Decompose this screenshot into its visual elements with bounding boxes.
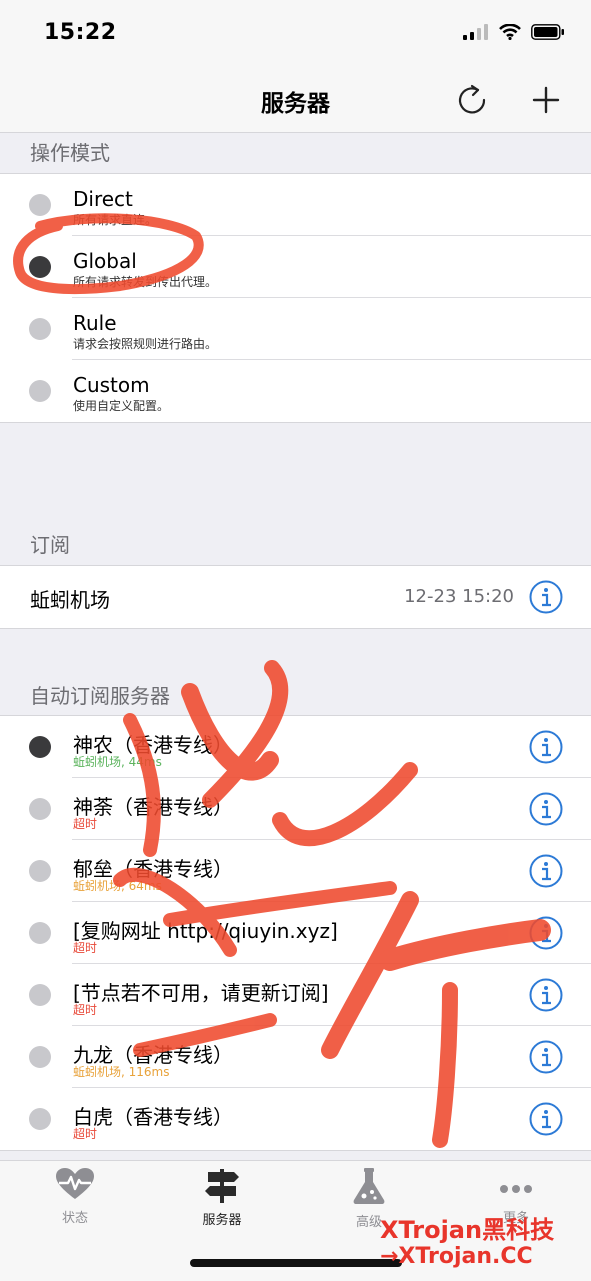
mode-option-global[interactable]: Global 所有请求转发到传出代理。 — [0, 236, 591, 298]
mode-description: 使用自定义配置。 — [73, 399, 170, 413]
server-list: 神农（香港专线） 蚯蚓机场, 44ms 神荼（香港专线） 超时 郁垒（香港专线）… — [0, 715, 591, 1151]
mode-title: Custom — [73, 373, 150, 397]
mode-description: 所有请求转发到传出代理。 — [73, 275, 218, 289]
status-bar: 15:22 — [0, 0, 591, 70]
tab-label: 服务器 — [202, 1213, 242, 1228]
info-icon[interactable] — [529, 792, 563, 826]
server-row[interactable]: 九龙（香港专线） 蚯蚓机场, 116ms — [0, 1026, 591, 1088]
info-icon[interactable] — [529, 916, 563, 950]
watermark-line-2: →XTrojan.CC — [380, 1244, 533, 1269]
subscription-item[interactable]: 蚯蚓机场 12-23 15:20 — [0, 566, 591, 628]
radio-icon — [29, 922, 51, 944]
radio-icon — [29, 798, 51, 820]
wifi-icon — [499, 24, 521, 40]
mode-option-rule[interactable]: Rule 请求会按照规则进行路由。 — [0, 298, 591, 360]
navigation-bar: 服务器 — [0, 70, 591, 133]
server-row[interactable]: 郁垒（香港专线） 蚯蚓机场, 64ms — [0, 840, 591, 902]
subscription-list: 蚯蚓机场 12-23 15:20 — [0, 565, 591, 629]
server-latency: 蚯蚓机场, 116ms — [73, 1065, 170, 1079]
radio-icon — [29, 194, 51, 216]
info-icon[interactable] — [529, 978, 563, 1012]
mode-section-header: 操作模式 — [30, 141, 110, 165]
page-title: 服务器 — [261, 91, 330, 117]
info-icon[interactable] — [529, 730, 563, 764]
mode-title: Rule — [73, 311, 117, 335]
server-row[interactable]: 神荼（香港专线） 超时 — [0, 778, 591, 840]
server-name: [节点若不可用，请更新订阅] — [73, 981, 329, 1005]
subscription-section-header: 订阅 — [30, 533, 70, 557]
server-row[interactable]: 白虎（香港专线） 超时 — [0, 1088, 591, 1150]
mode-description: 请求会按照规则进行路由。 — [73, 337, 218, 351]
server-latency: 超时 — [73, 941, 98, 955]
radio-icon — [29, 380, 51, 402]
signpost-icon — [205, 1169, 239, 1203]
server-row[interactable]: 神农（香港专线） 蚯蚓机场, 44ms — [0, 716, 591, 778]
plus-icon — [532, 86, 560, 114]
server-latency: 蚯蚓机场, 64ms — [73, 879, 162, 893]
radio-selected-icon — [29, 736, 51, 758]
mode-list: Direct 所有请求直连。 Global 所有请求转发到传出代理。 Rule … — [0, 173, 591, 423]
add-server-button[interactable] — [526, 80, 566, 120]
server-row[interactable]: [复购网址 http://qiuyin.xyz] 超时 — [0, 902, 591, 964]
radio-icon — [29, 1046, 51, 1068]
info-icon[interactable] — [529, 1102, 563, 1136]
info-icon[interactable] — [529, 1040, 563, 1074]
watermark-line-1: XTrojan黑科技 — [380, 1216, 555, 1244]
radio-selected-icon — [29, 256, 51, 278]
mode-description: 所有请求直连。 — [73, 213, 158, 227]
radio-icon — [29, 1108, 51, 1130]
cellular-signal-icon — [463, 24, 488, 40]
info-icon[interactable] — [529, 854, 563, 888]
mode-option-direct[interactable]: Direct 所有请求直连。 — [0, 174, 591, 236]
radio-icon — [29, 318, 51, 340]
server-row[interactable]: [节点若不可用，请更新订阅] 超时 — [0, 964, 591, 1026]
subscription-updated-time: 12-23 15:20 — [404, 586, 514, 607]
tab-servers[interactable]: 服务器 — [147, 1167, 297, 1228]
flask-icon — [353, 1168, 385, 1204]
refresh-icon — [458, 84, 486, 114]
mode-option-custom[interactable]: Custom 使用自定义配置。 — [0, 360, 591, 422]
mode-title: Direct — [73, 187, 133, 211]
radio-icon — [29, 860, 51, 882]
server-latency: 蚯蚓机场, 44ms — [73, 755, 162, 769]
refresh-button[interactable] — [452, 80, 492, 120]
more-icon — [500, 1185, 532, 1193]
mode-title: Global — [73, 249, 137, 273]
servers-section-header: 自动订阅服务器 — [30, 684, 170, 708]
status-time: 15:22 — [44, 20, 117, 45]
tab-status[interactable]: 状态 — [0, 1167, 150, 1226]
info-icon[interactable] — [529, 580, 563, 614]
subscription-name: 蚯蚓机场 — [30, 588, 110, 612]
status-icons — [463, 24, 565, 40]
server-latency: 超时 — [73, 1127, 98, 1141]
tab-label: 状态 — [61, 1211, 88, 1226]
radio-icon — [29, 984, 51, 1006]
heartbeat-icon — [56, 1168, 94, 1199]
battery-icon — [531, 24, 564, 40]
server-latency: 超时 — [73, 817, 98, 831]
server-name: [复购网址 http://qiuyin.xyz] — [73, 919, 338, 943]
home-indicator[interactable] — [190, 1259, 402, 1267]
server-latency: 超时 — [73, 1003, 98, 1017]
